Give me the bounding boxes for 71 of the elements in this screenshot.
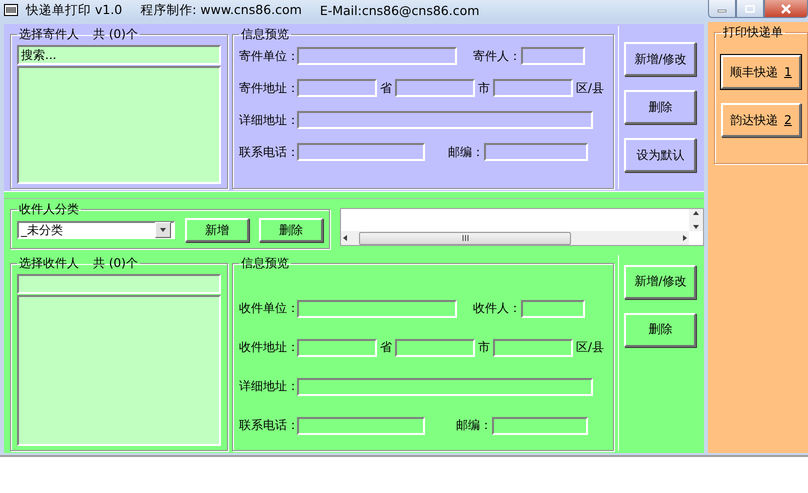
action-button[interactable]: 新增/修改 bbox=[624, 264, 696, 299]
count-label: 共 (0)个 bbox=[93, 254, 138, 272]
maximize-icon bbox=[745, 4, 755, 12]
field-label: 省 bbox=[380, 80, 392, 96]
field-label: 区/县 bbox=[576, 80, 604, 96]
input-field[interactable] bbox=[296, 416, 425, 435]
action-button[interactable]: 设为默认 bbox=[624, 138, 696, 172]
minimize-button[interactable] bbox=[708, 0, 736, 18]
field-label: 寄件单位： bbox=[238, 48, 297, 64]
list-box[interactable] bbox=[17, 294, 221, 446]
list-box[interactable] bbox=[17, 66, 221, 184]
input-field[interactable] bbox=[394, 79, 475, 97]
group-title: 信息预览 bbox=[240, 26, 290, 43]
courier-button[interactable]: 顺丰快递 1 bbox=[721, 55, 801, 89]
group-title: 打印快递单 bbox=[722, 24, 784, 41]
input-field[interactable] bbox=[492, 338, 573, 357]
email-label: E-Mail:cns86@cns86.com bbox=[320, 2, 480, 18]
action-button[interactable]: 删除 bbox=[624, 90, 696, 124]
search-field[interactable] bbox=[17, 274, 221, 294]
scroll-down-icon[interactable] bbox=[692, 223, 700, 232]
action-button[interactable]: 新增/修改 bbox=[624, 42, 696, 76]
input-field[interactable] bbox=[484, 143, 588, 161]
field-label: 省 bbox=[380, 339, 392, 356]
search-field[interactable]: 搜索... bbox=[17, 45, 221, 65]
input-field[interactable] bbox=[296, 300, 457, 318]
field-label: 邮编： bbox=[448, 144, 484, 160]
field-label: 市 bbox=[478, 339, 490, 356]
group-title: 选择寄件人 bbox=[19, 26, 79, 43]
courier-button[interactable]: 韵达快递 2 bbox=[721, 103, 801, 137]
input-field[interactable] bbox=[296, 111, 593, 129]
action-button[interactable]: 删除 bbox=[624, 312, 696, 347]
input-field[interactable] bbox=[492, 416, 588, 435]
field-label: 区/县 bbox=[576, 339, 604, 356]
input-field[interactable] bbox=[296, 47, 457, 65]
field-label: 收件单位： bbox=[238, 300, 297, 318]
input-field[interactable] bbox=[296, 378, 593, 396]
author-label: 程序制作: www.cns86.com bbox=[140, 2, 302, 18]
close-icon bbox=[780, 4, 792, 14]
count-label: 共 (0)个 bbox=[93, 26, 138, 43]
field-label: 寄件人： bbox=[472, 48, 521, 64]
action-button[interactable]: 删除 bbox=[259, 218, 323, 242]
group-title: 收件人分类 bbox=[18, 201, 80, 218]
field-label: 市 bbox=[478, 80, 490, 96]
input-field[interactable] bbox=[296, 143, 425, 161]
scroll-up-icon[interactable] bbox=[692, 209, 700, 218]
group-title: 信息预览 bbox=[240, 254, 290, 272]
field-label: 收件地址： bbox=[238, 339, 297, 356]
dropdown-arrow-icon[interactable] bbox=[159, 226, 167, 234]
scrollbar-thumb[interactable] bbox=[359, 232, 571, 245]
group-title: 选择收件人 bbox=[19, 254, 79, 272]
field-label: 详细地址： bbox=[238, 378, 297, 396]
input-field[interactable] bbox=[492, 79, 573, 97]
field-label: 收件人： bbox=[472, 300, 521, 318]
input-field[interactable] bbox=[520, 300, 585, 318]
field-label: 联系电话： bbox=[238, 417, 297, 434]
window-title: 快递单打印 v1.0 bbox=[26, 2, 122, 18]
field-label: 寄件地址： bbox=[238, 80, 297, 96]
close-button[interactable] bbox=[764, 0, 808, 18]
scroll-right-icon[interactable] bbox=[681, 234, 689, 242]
input-field[interactable] bbox=[520, 47, 585, 65]
field-label: 联系电话： bbox=[238, 144, 297, 160]
app-icon bbox=[4, 4, 18, 16]
input-field[interactable] bbox=[296, 79, 377, 97]
action-button[interactable]: 新增 bbox=[185, 218, 249, 242]
category-dropdown[interactable]: _未分类 bbox=[17, 221, 175, 240]
maximize-button[interactable] bbox=[736, 0, 764, 18]
field-label: 邮编： bbox=[456, 417, 492, 434]
input-field[interactable] bbox=[296, 338, 377, 357]
scroll-left-icon[interactable] bbox=[341, 234, 349, 242]
input-field[interactable] bbox=[394, 338, 475, 357]
field-label: 详细地址： bbox=[238, 112, 297, 128]
